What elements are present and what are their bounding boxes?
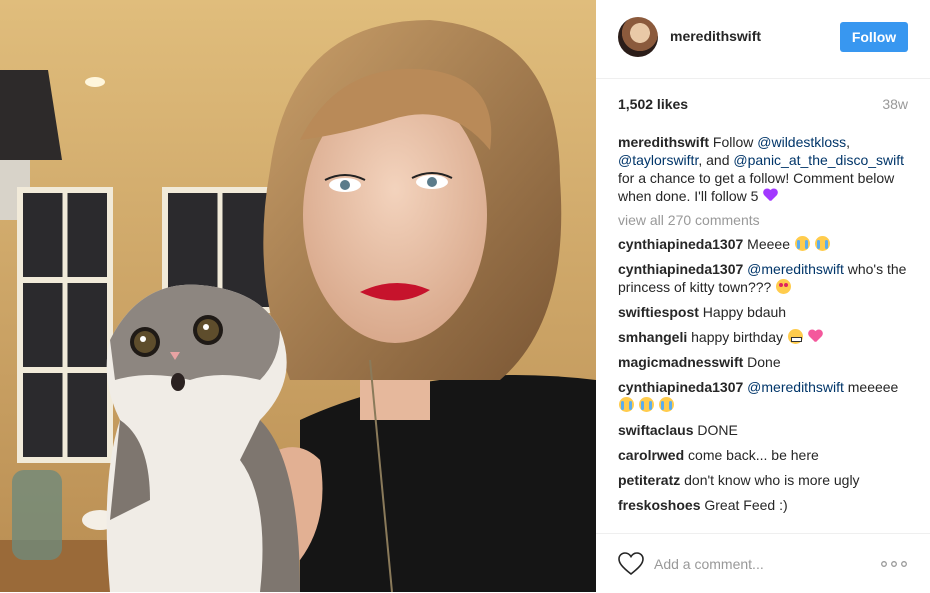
post-view: meredithswift Follow 1,502 likes 38w mer… [0,0,930,592]
comments-list[interactable]: meredithswift Follow @wildestkloss, @tay… [618,133,908,530]
caption-mention[interactable]: @panic_at_the_disco_swift [733,152,904,168]
comment-username[interactable]: magicmadnesswift [618,354,743,370]
comment-text: don't know who is more ugly [684,472,860,488]
likes-count[interactable]: 1,502 likes [618,96,688,112]
comment-item: freskoshoes Great Feed :) [618,496,908,514]
purple-heart-icon [763,188,778,203]
heart-outline-icon[interactable] [618,552,644,576]
comment-item: petiteratz don't know who is more ugly [618,471,908,489]
caption-text: Follow [712,134,758,150]
comment-username[interactable]: cynthiapineda1307 [618,261,743,277]
cry-emoji-icon [658,397,674,412]
comment-text: Great Feed :) [704,497,788,513]
comment-mention[interactable]: @meredithswift [747,261,844,277]
add-comment-input[interactable] [654,552,854,576]
cry-emoji-icon [638,397,654,412]
comment-items: cynthiapineda1307 Meeee cynthiapineda130… [618,235,908,514]
post-age[interactable]: 38w [882,96,908,112]
caption-mention[interactable]: @wildestkloss [757,134,846,150]
cry-emoji-icon [814,236,830,251]
caption-username[interactable]: meredithswift [618,134,709,150]
comment-text: meeeee [843,379,899,395]
comment-username[interactable]: swiftaclaus [618,422,693,438]
comment-item: cynthiapineda1307 Meeee [618,235,908,253]
grimace-emoji-icon [787,329,803,344]
post-side-panel: meredithswift Follow 1,502 likes 38w mer… [596,0,930,592]
caption-mention[interactable]: @taylorswiftr [618,152,698,168]
comment-username[interactable]: smhangeli [618,329,687,345]
comment-item: cynthiapineda1307 @meredithswift who's t… [618,260,908,296]
comment-text: DONE [697,422,738,438]
follow-button[interactable]: Follow [840,22,908,52]
cry-emoji-icon [619,397,634,412]
likes-row: 1,502 likes 38w [618,96,908,116]
caption-text: , and [698,152,730,168]
comment-item: swiftiespost Happy bdauh [618,303,908,321]
comment-username[interactable]: swiftiespost [618,304,699,320]
comment-text: Meeee [747,236,790,252]
post-author-username[interactable]: meredithswift [670,28,761,44]
comment-text: come back... be here [688,447,819,463]
comment-username[interactable]: cynthiapineda1307 [618,236,743,252]
comment-item: cynthiapineda1307 @meredithswift meeeee [618,378,908,414]
caption-text: for a chance to get a follow! Comment be… [618,170,895,204]
post-photo[interactable] [0,0,596,592]
avatar[interactable] [618,17,658,57]
comment-mention[interactable]: @meredithswift [747,379,844,395]
comment-item: magicmadnesswift Done [618,353,908,371]
comment-username[interactable]: carolrwed [618,447,684,463]
comment-username[interactable]: cynthiapineda1307 [618,379,743,395]
post-footer [596,533,930,593]
comment-username[interactable]: freskoshoes [618,497,700,513]
more-options-icon[interactable] [880,556,908,572]
post-caption: meredithswift Follow @wildestkloss, @tay… [618,133,908,205]
comment-text: happy birthday [691,329,783,345]
post-header: meredithswift Follow [596,0,930,79]
cry-emoji-icon [794,236,810,251]
comment-item: swiftaclaus DONE [618,421,908,439]
pink-heart-emoji-icon [808,329,824,344]
photo-illustration [0,0,596,592]
comment-item: carolrwed come back... be here [618,446,908,464]
comment-text: Done [747,354,781,370]
comment-item: smhangeli happy birthday [618,328,908,346]
caption-text: , [846,134,851,150]
comment-text: Happy bdauh [702,304,787,320]
view-all-comments-link[interactable]: view all 270 comments [618,211,908,229]
heart-eyes-emoji-icon [776,279,792,294]
comment-username[interactable]: petiteratz [618,472,680,488]
